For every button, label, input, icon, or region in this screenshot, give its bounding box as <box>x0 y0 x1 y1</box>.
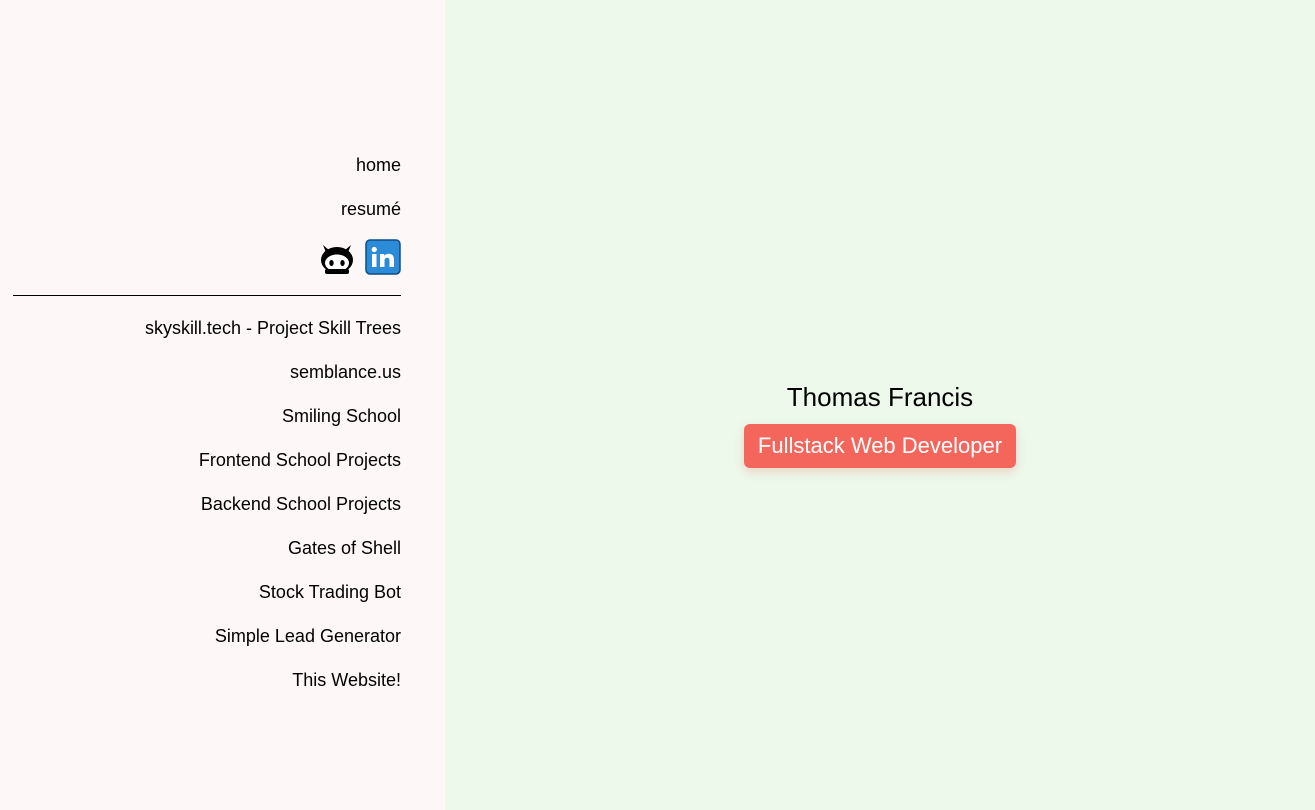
page-layout: home resumé skyskill.tech - Project Skil… <box>0 0 1315 810</box>
project-link-smiling-school[interactable]: Smiling School <box>13 403 401 430</box>
project-link-this-website[interactable]: This Website! <box>13 667 401 694</box>
project-link-backend-school[interactable]: Backend School Projects <box>13 491 401 518</box>
project-link-stock-trading-bot[interactable]: Stock Trading Bot <box>13 579 401 606</box>
main-content: Thomas Francis Fullstack Web Developer <box>445 0 1315 810</box>
nav-home-link[interactable]: home <box>13 152 401 179</box>
nav-resume-link[interactable]: resumé <box>13 196 401 223</box>
github-icon[interactable] <box>319 239 355 275</box>
sidebar-content: home resumé skyskill.tech - Project Skil… <box>13 152 401 711</box>
hero: Thomas Francis Fullstack Web Developer <box>445 380 1315 468</box>
social-links <box>13 239 401 275</box>
project-link-semblance[interactable]: semblance.us <box>13 359 401 386</box>
project-link-gates-of-shell[interactable]: Gates of Shell <box>13 535 401 562</box>
linkedin-icon[interactable] <box>365 239 401 275</box>
hero-title-badge: Fullstack Web Developer <box>743 424 1017 468</box>
sidebar: home resumé skyskill.tech - Project Skil… <box>0 0 445 810</box>
project-link-skyskill[interactable]: skyskill.tech - Project Skill Trees <box>13 315 401 342</box>
sidebar-divider <box>13 295 401 296</box>
project-link-frontend-school[interactable]: Frontend School Projects <box>13 447 401 474</box>
project-link-lead-generator[interactable]: Simple Lead Generator <box>13 623 401 650</box>
hero-name: Thomas Francis <box>786 382 974 412</box>
